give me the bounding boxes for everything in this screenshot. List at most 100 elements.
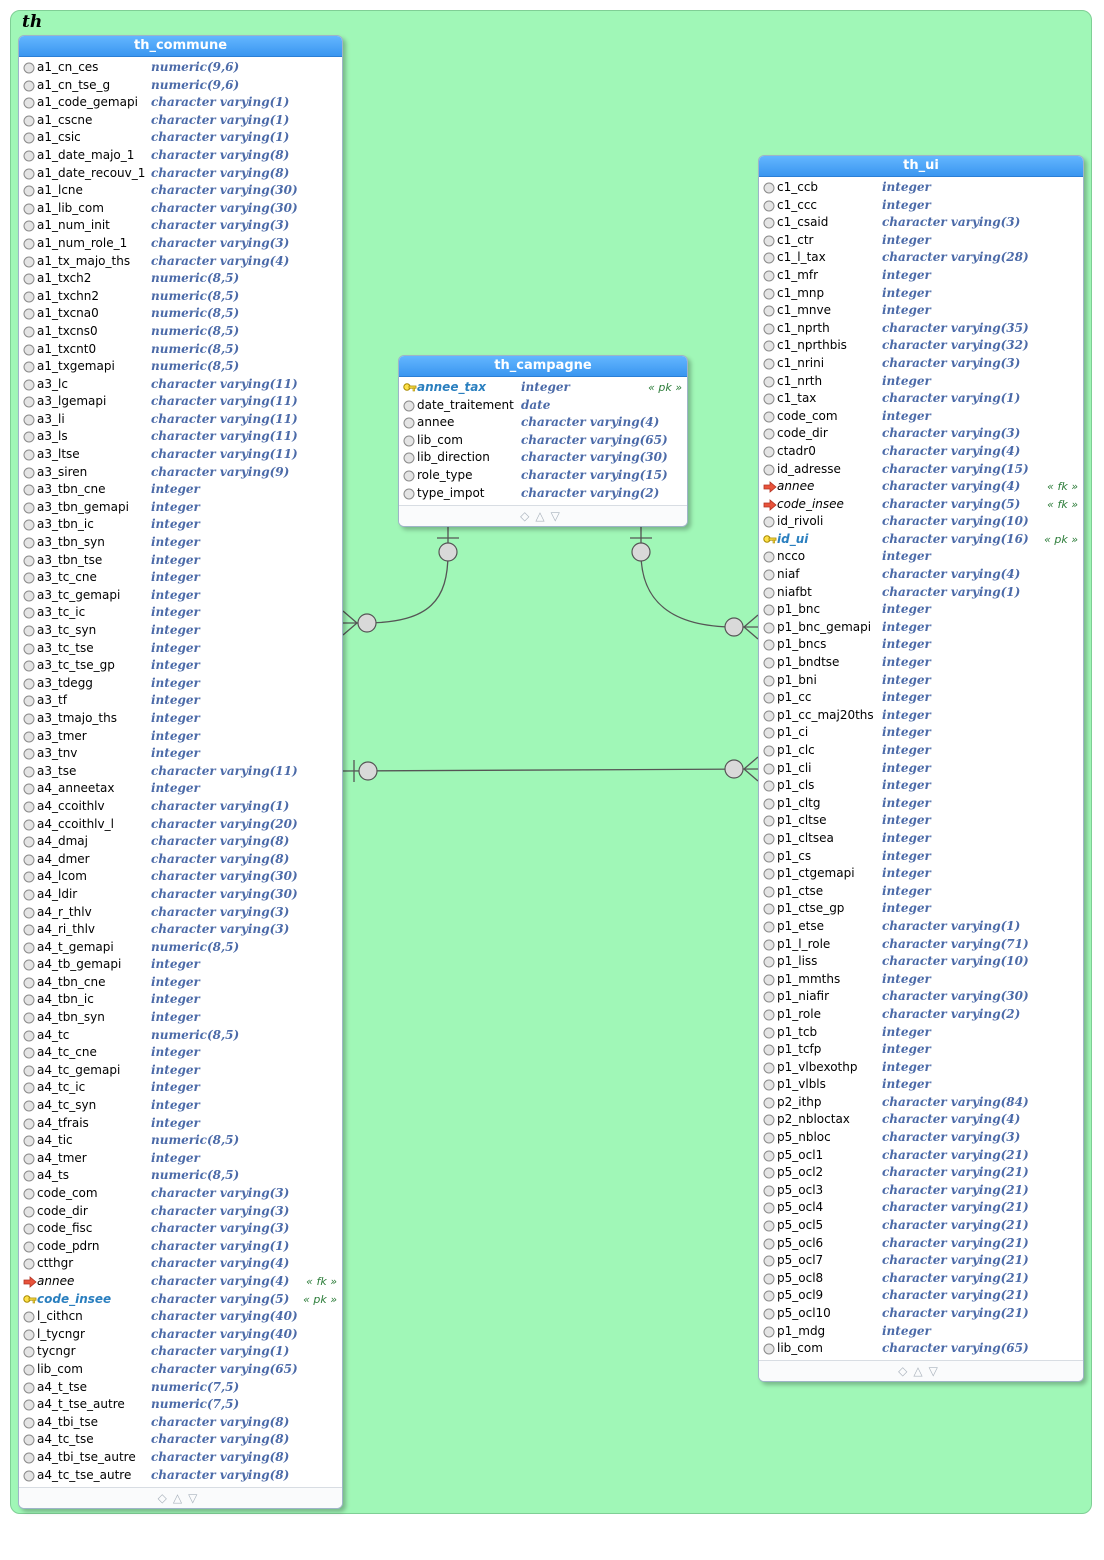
triangle-up-icon[interactable]: △ xyxy=(535,509,550,523)
column-row[interactable]: a1_num_init character varying(3) xyxy=(19,217,342,235)
column-row[interactable]: p1_liss character varying(10) xyxy=(759,953,1083,971)
column-row[interactable]: p5_ocl4 character varying(21) xyxy=(759,1199,1083,1217)
column-row[interactable]: lib_com character varying(65) xyxy=(19,1361,342,1379)
column-row[interactable]: p1_ci integer xyxy=(759,724,1083,742)
column-row[interactable]: a3_tc_tse_gp integer xyxy=(19,657,342,675)
column-row[interactable]: a3_tc_cne integer xyxy=(19,569,342,587)
column-row[interactable]: a4_ldir character varying(30) xyxy=(19,886,342,904)
column-row[interactable]: c1_ccb integer xyxy=(759,179,1083,197)
column-row[interactable]: a4_ccoithlv character varying(1) xyxy=(19,798,342,816)
column-row[interactable]: id_rivoli character varying(10) xyxy=(759,513,1083,531)
column-row[interactable]: p1_cli integer xyxy=(759,760,1083,778)
column-row[interactable]: annee character varying(4) « fk » xyxy=(759,478,1083,496)
column-row[interactable]: p1_vlbls integer xyxy=(759,1076,1083,1094)
column-row[interactable]: a4_ri_thlv character varying(3) xyxy=(19,921,342,939)
column-row[interactable]: p1_ctse integer xyxy=(759,883,1083,901)
column-row[interactable]: ncco integer xyxy=(759,548,1083,566)
column-row[interactable]: a1_txcna0 numeric(8,5) xyxy=(19,305,342,323)
column-row[interactable]: id_adresse character varying(15) xyxy=(759,461,1083,479)
column-row[interactable]: a4_tbn_ic integer xyxy=(19,991,342,1009)
column-row[interactable]: p5_ocl3 character varying(21) xyxy=(759,1182,1083,1200)
column-row[interactable]: date_traitement date xyxy=(399,397,687,415)
table-header[interactable]: th_commune xyxy=(19,36,342,57)
column-row[interactable]: p1_mmths integer xyxy=(759,971,1083,989)
column-row[interactable]: p5_ocl9 character varying(21) xyxy=(759,1287,1083,1305)
column-row[interactable]: a3_tnv integer xyxy=(19,745,342,763)
column-row[interactable]: niafbt character varying(1) xyxy=(759,584,1083,602)
column-row[interactable]: p1_cltse integer xyxy=(759,812,1083,830)
column-row[interactable]: c1_mfr integer xyxy=(759,267,1083,285)
column-row[interactable]: a4_tc_cne integer xyxy=(19,1044,342,1062)
column-row[interactable]: p1_etse character varying(1) xyxy=(759,918,1083,936)
column-row[interactable]: p1_bni integer xyxy=(759,672,1083,690)
column-row[interactable]: a1_lcne character varying(30) xyxy=(19,182,342,200)
column-row[interactable]: a1_cn_ces numeric(9,6) xyxy=(19,59,342,77)
column-row[interactable]: a3_tmajo_ths integer xyxy=(19,710,342,728)
triangle-down-icon[interactable]: ▽ xyxy=(551,509,566,523)
column-row[interactable]: a3_lc character varying(11) xyxy=(19,376,342,394)
column-row[interactable]: p1_cs integer xyxy=(759,848,1083,866)
column-row[interactable]: a3_tbn_cne integer xyxy=(19,481,342,499)
column-row[interactable]: a4_dmer character varying(8) xyxy=(19,851,342,869)
column-row[interactable]: a3_tbn_tse integer xyxy=(19,552,342,570)
column-row[interactable]: a4_tbi_tse character varying(8) xyxy=(19,1414,342,1432)
column-row[interactable]: a3_tmer integer xyxy=(19,728,342,746)
column-row[interactable]: p5_ocl2 character varying(21) xyxy=(759,1164,1083,1182)
column-row[interactable]: p1_cltg integer xyxy=(759,795,1083,813)
column-row[interactable]: a3_lgemapi character varying(11) xyxy=(19,393,342,411)
column-row[interactable]: a4_tbn_cne integer xyxy=(19,974,342,992)
column-row[interactable]: a4_ts numeric(8,5) xyxy=(19,1167,342,1185)
table-header[interactable]: th_campagne xyxy=(399,356,687,377)
column-row[interactable]: p1_ctse_gp integer xyxy=(759,900,1083,918)
table-th-ui[interactable]: th_ui c1_ccb integer c1_ccc integer c1_csaid… xyxy=(758,155,1084,1382)
column-row[interactable]: niaf character varying(4) xyxy=(759,566,1083,584)
column-row[interactable]: p5_ocl1 character varying(21) xyxy=(759,1147,1083,1165)
column-row[interactable]: a1_cscne character varying(1) xyxy=(19,112,342,130)
column-row[interactable]: c1_l_tax character varying(28) xyxy=(759,249,1083,267)
triangle-down-icon[interactable]: ▽ xyxy=(929,1364,944,1378)
column-row[interactable]: ctadr0 character varying(4) xyxy=(759,443,1083,461)
column-row[interactable]: a3_tc_tse integer xyxy=(19,640,342,658)
column-row[interactable]: a1_txcnt0 numeric(8,5) xyxy=(19,341,342,359)
column-row[interactable]: annee character varying(4) xyxy=(399,414,687,432)
column-row[interactable]: p1_bndtse integer xyxy=(759,654,1083,672)
column-row[interactable]: tycngr character varying(1) xyxy=(19,1343,342,1361)
column-row[interactable]: a4_t_tse_autre numeric(7,5) xyxy=(19,1396,342,1414)
column-row[interactable]: lib_com character varying(65) xyxy=(399,432,687,450)
column-row[interactable]: a3_tbn_ic integer xyxy=(19,516,342,534)
column-row[interactable]: a4_t_gemapi numeric(8,5) xyxy=(19,939,342,957)
column-row[interactable]: annee character varying(4) « fk » xyxy=(19,1273,342,1291)
column-row[interactable]: a3_ltse character varying(11) xyxy=(19,446,342,464)
column-row[interactable]: a4_tc_tse character varying(8) xyxy=(19,1431,342,1449)
column-row[interactable]: a4_r_thlv character varying(3) xyxy=(19,904,342,922)
column-row[interactable]: a3_tc_ic integer xyxy=(19,604,342,622)
column-row[interactable]: a1_date_majo_1 character varying(8) xyxy=(19,147,342,165)
column-row[interactable]: p1_clc integer xyxy=(759,742,1083,760)
column-row[interactable]: a1_lib_com character varying(30) xyxy=(19,200,342,218)
column-row[interactable]: code_insee character varying(5) « pk » xyxy=(19,1291,342,1309)
column-row[interactable]: p1_cc_maj20ths integer xyxy=(759,707,1083,725)
column-row[interactable]: a3_ls character varying(11) xyxy=(19,428,342,446)
column-row[interactable]: a4_tc_ic integer xyxy=(19,1079,342,1097)
column-row[interactable]: code_pdrn character varying(1) xyxy=(19,1238,342,1256)
column-row[interactable]: a3_tc_syn integer xyxy=(19,622,342,640)
table-th-campagne[interactable]: th_campagne annee_tax integer « pk » date_t… xyxy=(398,355,688,527)
column-row[interactable]: a4_tbn_syn integer xyxy=(19,1009,342,1027)
column-row[interactable]: a3_li character varying(11) xyxy=(19,411,342,429)
column-row[interactable]: p1_tcb integer xyxy=(759,1024,1083,1042)
column-row[interactable]: type_impot character varying(2) xyxy=(399,485,687,503)
column-row[interactable]: c1_ctr integer xyxy=(759,232,1083,250)
column-row[interactable]: a3_tdegg integer xyxy=(19,675,342,693)
column-row[interactable]: a1_date_recouv_1 character varying(8) xyxy=(19,165,342,183)
column-row[interactable]: code_com integer xyxy=(759,408,1083,426)
column-row[interactable]: a4_anneetax integer xyxy=(19,780,342,798)
column-row[interactable]: a3_tf integer xyxy=(19,692,342,710)
table-header[interactable]: th_ui xyxy=(759,156,1083,177)
column-row[interactable]: c1_tax character varying(1) xyxy=(759,390,1083,408)
column-row[interactable]: a1_cn_tse_g numeric(9,6) xyxy=(19,77,342,95)
column-row[interactable]: p5_ocl6 character varying(21) xyxy=(759,1235,1083,1253)
triangle-up-icon[interactable]: △ xyxy=(173,1491,188,1505)
column-row[interactable]: a1_tx_majo_ths character varying(4) xyxy=(19,253,342,271)
column-row[interactable]: a1_csic character varying(1) xyxy=(19,129,342,147)
column-row[interactable]: code_dir character varying(3) xyxy=(19,1203,342,1221)
